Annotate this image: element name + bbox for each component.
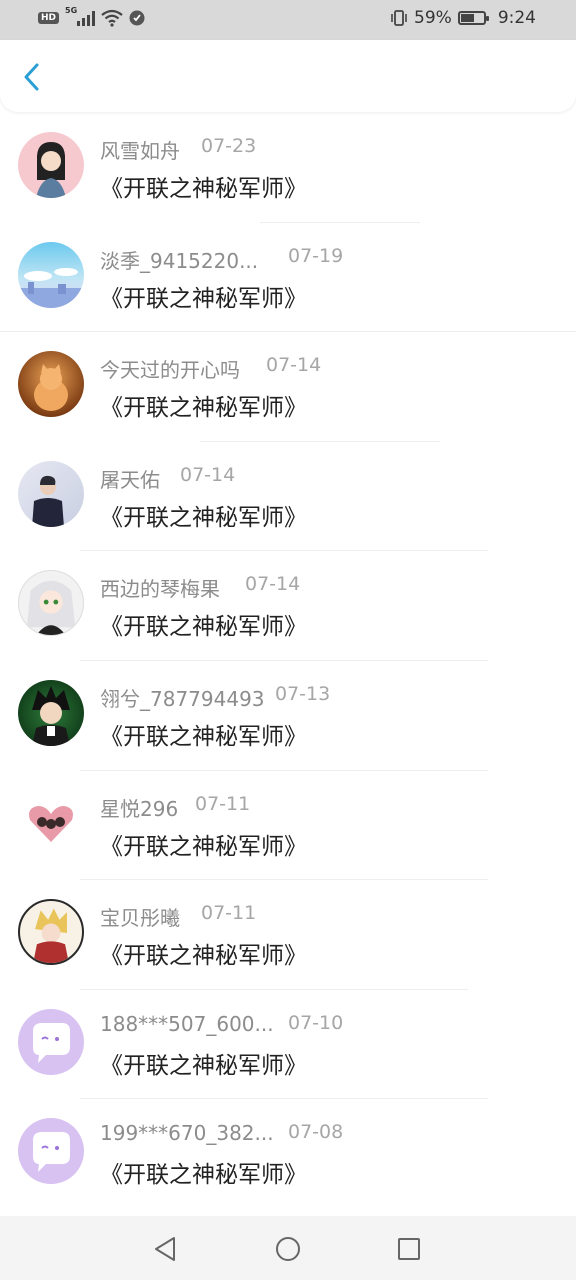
- list-item[interactable]: 188***507_600... 07-10 《开联之神秘军师》: [0, 990, 576, 1100]
- triangle-back-icon[interactable]: [150, 1234, 180, 1264]
- name-line: 淡季_9415220... 07-19: [100, 245, 343, 273]
- name-line: 今天过的开心吗 07-14: [100, 354, 321, 383]
- name-line: 屠天佑 07-14: [100, 464, 235, 492]
- name-line: 翎兮_787794493 07-13: [100, 683, 330, 711]
- sync-icon: [129, 10, 145, 26]
- list-item[interactable]: 星悦296 07-11 《开联之神秘军师》: [0, 771, 576, 881]
- date-label: 07-08: [288, 1121, 344, 1144]
- date-label: 07-23: [201, 135, 257, 157]
- book-title: 《开联之神秘军师》: [100, 504, 307, 531]
- user-name: 风雪如舟: [100, 139, 180, 163]
- book-title: 《开联之神秘军师》: [100, 1052, 307, 1079]
- battery-icon: [457, 11, 489, 25]
- user-name: 星悦296: [100, 796, 179, 821]
- book-title: 《开联之神秘军师》: [100, 176, 307, 202]
- avatar[interactable]: [18, 132, 84, 198]
- name-line: 风雪如舟 07-23: [100, 135, 256, 163]
- status-bar: HD 5G 59% 9:24: [0, 0, 576, 40]
- battery-percent: 59%: [414, 8, 452, 28]
- book-title: 《开联之神秘军师》: [100, 833, 307, 860]
- list-item[interactable]: 淡季_9415220... 07-19 《开联之神秘军师》: [0, 223, 576, 333]
- avatar[interactable]: [18, 241, 84, 308]
- name-line: 星悦296 07-11: [100, 793, 250, 821]
- vibrate-icon: [391, 10, 407, 26]
- circle-home-icon[interactable]: [273, 1234, 303, 1264]
- book-title: 《开联之神秘军师》: [100, 614, 307, 641]
- avatar[interactable]: [18, 1118, 84, 1185]
- user-name: 屠天佑: [100, 467, 160, 492]
- user-name: 188***507_600...: [100, 1011, 274, 1036]
- list-item[interactable]: 199***670_382... 07-08 《开联之神秘军师》: [0, 1099, 576, 1209]
- user-name: 淡季_9415220...: [100, 248, 259, 273]
- date-label: 07-19: [288, 244, 344, 267]
- date-label: 07-11: [195, 792, 251, 815]
- list-item[interactable]: 风雪如舟 07-23 《开联之神秘军师》: [0, 113, 576, 223]
- name-line: 188***507_600... 07-10: [100, 1011, 343, 1038]
- name-line: 宝贝彤曦 07-11: [100, 902, 256, 931]
- user-name: 翎兮_787794493: [100, 686, 265, 711]
- status-left: HD 5G: [38, 6, 145, 27]
- date-label: 07-10: [288, 1011, 344, 1034]
- book-title: 《开联之神秘军师》: [100, 723, 307, 750]
- user-name: 今天过的开心吗: [100, 358, 240, 383]
- status-right: 59% 9:24: [390, 8, 536, 28]
- avatar[interactable]: [18, 570, 84, 637]
- avatar[interactable]: [18, 679, 84, 746]
- book-title: 《开联之神秘军师》: [100, 1162, 307, 1189]
- list-item[interactable]: 翎兮_787794493 07-13 《开联之神秘军师》: [0, 661, 576, 771]
- avatar[interactable]: [18, 789, 84, 856]
- square-recents-icon[interactable]: [394, 1234, 424, 1264]
- book-title: 《开联之神秘军师》: [100, 395, 307, 422]
- name-line: 199***670_382... 07-08: [100, 1121, 343, 1147]
- wifi-icon: [101, 9, 123, 27]
- book-title: 《开联之神秘军师》: [100, 943, 307, 970]
- list-item[interactable]: 今天过的开心吗 07-14 《开联之神秘军师》: [0, 332, 576, 442]
- avatar[interactable]: [18, 1008, 84, 1075]
- avatar[interactable]: [18, 351, 84, 418]
- chevron-left-icon[interactable]: [16, 60, 50, 94]
- list-item[interactable]: 西边的琴梅果 07-14 《开联之神秘军师》: [0, 551, 576, 661]
- header-bar: [0, 40, 576, 112]
- date-label: 07-14: [266, 354, 322, 377]
- user-name: 199***670_382...: [100, 1121, 274, 1146]
- book-title: 《开联之神秘军师》: [100, 285, 307, 312]
- list-item[interactable]: 屠天佑 07-14 《开联之神秘军师》: [0, 442, 576, 552]
- list-item[interactable]: 宝贝彤曦 07-11 《开联之神秘军师》: [0, 880, 576, 990]
- date-label: 07-11: [201, 902, 257, 925]
- user-name: 宝贝彤曦: [100, 906, 180, 931]
- name-line: 西边的琴梅果 07-14: [100, 573, 300, 602]
- clock: 9:24: [497, 8, 536, 28]
- network-type-label: 5G: [65, 6, 78, 15]
- date-label: 07-13: [275, 682, 331, 705]
- date-label: 07-14: [245, 573, 301, 596]
- date-label: 07-14: [180, 463, 236, 486]
- avatar[interactable]: [18, 460, 84, 527]
- avatar[interactable]: [18, 899, 84, 966]
- hd-icon: HD: [38, 12, 60, 24]
- signal-icon: 5G: [65, 6, 96, 26]
- system-nav-bar: [0, 1216, 576, 1280]
- user-name: 西边的琴梅果: [100, 577, 220, 602]
- reader-list: 风雪如舟 07-23 《开联之神秘军师》 淡季_9415220... 07-19…: [0, 113, 576, 1209]
